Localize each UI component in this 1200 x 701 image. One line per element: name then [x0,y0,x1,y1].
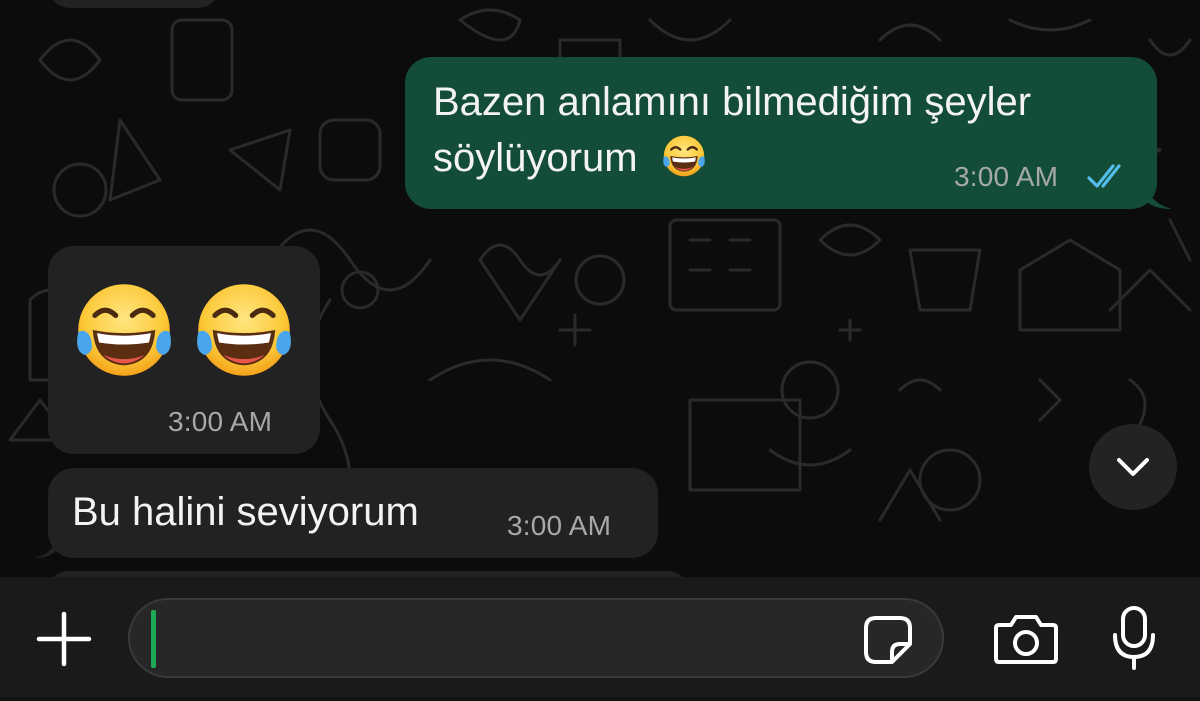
text-caret [151,610,156,668]
previous-message-bubble [48,0,220,8]
sticker-button[interactable] [858,612,918,668]
voice-message-button[interactable] [1104,603,1164,673]
laugh-emoji-icon [192,278,296,382]
chevron-down-icon [1117,458,1149,476]
bottom-strip [0,697,1200,701]
laugh-emoji-icon [72,278,176,382]
message-input[interactable] [128,598,944,678]
incoming-bubble-tail [34,534,58,558]
camera-icon [994,615,1058,664]
plus-icon [36,611,92,667]
outgoing-message-bubble[interactable]: Bazen anlamını bilmediğim şeyler söylüyo… [405,57,1157,209]
chat-area[interactable]: Bazen anlamını bilmediğim şeyler söylüyo… [0,0,1200,577]
message-text-line-2-text: söylüyorum [433,136,638,180]
incoming-text-bubble[interactable]: Bu halini seviyorum 3:00 AM [48,468,658,558]
message-text-line-1: Bazen anlamını bilmediğim şeyler [433,80,1032,124]
message-text-line-2: söylüyorum [433,131,707,185]
message-text: Bu halini seviyorum [72,490,419,534]
incoming-emoji-bubble[interactable]: 3:00 AM [48,246,320,454]
message-timestamp: 3:00 AM [954,161,1059,192]
emoji-row [72,278,296,382]
camera-button[interactable] [990,611,1062,667]
sticker-icon [864,616,912,664]
microphone-icon [1113,606,1155,670]
composer-bar [0,577,1200,701]
read-receipt-icon [1087,164,1121,188]
message-timestamp: 3:00 AM [507,510,612,541]
message-timestamp: 3:00 AM [168,406,273,437]
outgoing-bubble-tail [1144,179,1172,209]
scroll-to-bottom-button[interactable] [1089,424,1177,510]
attach-button[interactable] [30,605,98,673]
laugh-emoji-icon [661,133,707,179]
